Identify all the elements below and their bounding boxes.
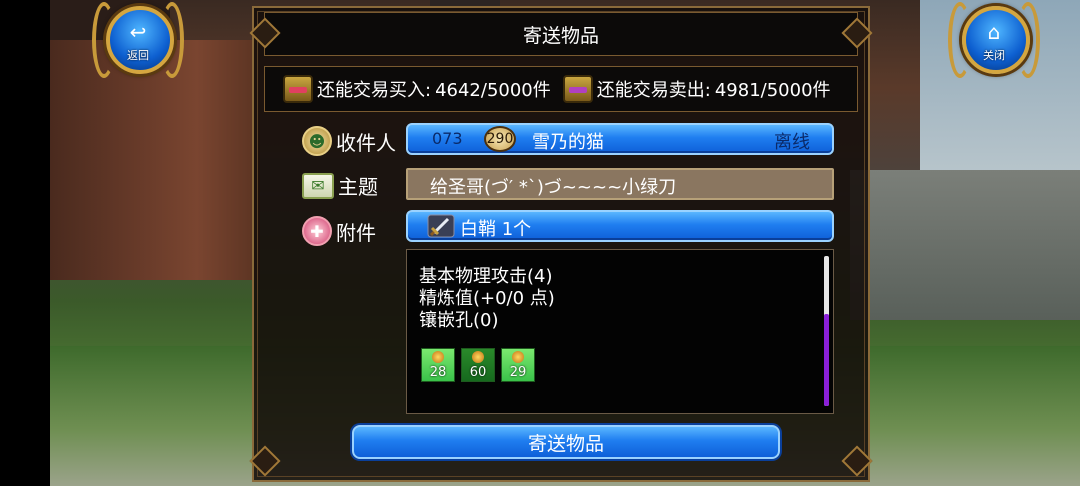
attachment-row: ✚ 附件 (302, 216, 376, 246)
gift-icon: ✚ (302, 216, 332, 246)
item-stats: 基本物理攻击(4) 精炼值(+0/0 点) 镶嵌孔(0) (419, 266, 555, 332)
back-button[interactable]: ↩ 返回 (92, 2, 184, 86)
subject-row: ✉ 主题 (302, 171, 378, 200)
attachment-item-name: 白鞘 1个 (460, 219, 532, 240)
gem-icon (432, 351, 444, 363)
trade-buy-limit: 还能交易买入: 4642/5000件 (283, 75, 551, 103)
scrollbar-thumb[interactable] (824, 314, 829, 406)
attachment-label: 附件 (336, 220, 376, 245)
person-icon: ☻ (302, 126, 332, 156)
gem-slots: 28 60 29 (421, 348, 535, 382)
item-stat-line: 精炼值(+0/0 点) (419, 288, 555, 309)
subject-input[interactable]: 给圣哥(づ′ *`)づ~~~~小绿刀 (406, 168, 834, 200)
mail-icon: ✉ (302, 172, 334, 199)
gem-value: 60 (469, 365, 487, 380)
item-stat-line: 基本物理攻击(4) (419, 266, 553, 287)
trade-buy-value: 4642/5000件 (435, 80, 551, 101)
item-box-scrollbar[interactable] (824, 256, 829, 406)
gem-icon (512, 351, 524, 363)
trade-sell-label: 还能交易卖出: (596, 80, 711, 101)
trade-sell-limit: 还能交易卖出: 4981/5000件 (562, 75, 831, 103)
dialog-title-bar: 寄送物品 (264, 12, 858, 56)
corner-ornament (841, 445, 873, 477)
sword-icon (427, 214, 455, 238)
recipient-row: ☻ 收件人 (302, 126, 396, 156)
close-button[interactable]: ⌂ 关闭 (948, 2, 1040, 86)
left-black-bar (0, 0, 50, 486)
send-item-button-label: 寄送物品 (527, 432, 604, 455)
recipient-id: 073 (432, 129, 463, 148)
close-button-label: 关闭 (983, 49, 1005, 62)
recipient-level-badge: 290 (484, 126, 516, 152)
subject-value: 给圣哥(づ′ *`)づ~~~~小绿刀 (430, 177, 677, 198)
send-item-dialog: 寄送物品 还能交易买入: 4642/5000件 还能交易卖出: 4981/500… (249, 6, 873, 482)
item-stat-line: 镶嵌孔(0) (419, 310, 499, 331)
gem-value: 29 (509, 365, 527, 380)
back-button-label: 返回 (127, 49, 149, 62)
recipient-name: 雪乃的猫 (532, 132, 604, 153)
recipient-label: 收件人 (336, 130, 396, 155)
gem-slot: 29 (501, 348, 535, 382)
gem-value: 28 (429, 365, 447, 380)
trade-sell-value: 4981/5000件 (714, 80, 831, 101)
gem-slot: 60 (461, 348, 495, 382)
subject-label: 主题 (338, 175, 378, 199)
attachment-slot[interactable]: 白鞘 1个 (406, 210, 834, 242)
treasure-chest-icon (283, 75, 313, 103)
gem-icon (472, 351, 484, 363)
trade-buy-label: 还能交易买入: (317, 80, 432, 101)
gem-slot: 28 (421, 348, 455, 382)
recipient-selector[interactable]: 073 290 雪乃的猫 离线 (406, 123, 834, 155)
scene-stone-platform (850, 170, 1080, 320)
corner-ornament (249, 445, 281, 477)
back-arrow-icon: ↩ (129, 20, 147, 44)
trade-limit-bar: 还能交易买入: 4642/5000件 还能交易卖出: 4981/5000件 (264, 66, 858, 112)
merchant-chest-icon (562, 75, 593, 103)
item-detail-box[interactable]: 基本物理攻击(4) 精炼值(+0/0 点) 镶嵌孔(0) 28 60 29 (406, 249, 834, 414)
dialog-title: 寄送物品 (522, 24, 599, 47)
recipient-status: 离线 (774, 132, 810, 153)
send-item-button[interactable]: 寄送物品 (352, 425, 780, 459)
home-icon: ⌂ (987, 20, 1001, 44)
